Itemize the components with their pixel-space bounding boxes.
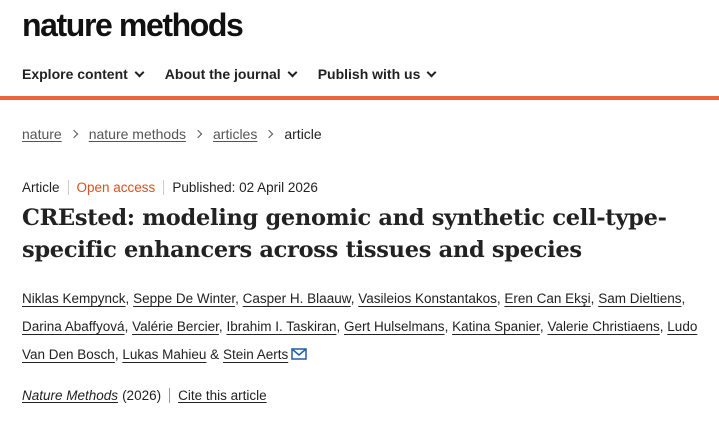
journal-logo[interactable]: nature methods xyxy=(22,6,244,44)
breadcrumb-link-articles[interactable]: articles xyxy=(213,126,257,142)
author-separator: , xyxy=(659,319,664,334)
article-meta: Article Open access Published: 02 April … xyxy=(22,180,318,195)
masthead: nature methods xyxy=(22,6,244,44)
breadcrumb-link-nature[interactable]: nature xyxy=(22,126,62,142)
breadcrumb-link-nature-methods[interactable]: nature methods xyxy=(89,126,186,142)
author-separator: , xyxy=(235,291,239,306)
main-nav: Explore content About the journal Publis… xyxy=(0,56,719,100)
author-separator: , xyxy=(218,319,223,334)
chevron-down-icon xyxy=(426,67,437,77)
author-link[interactable]: Darina Abaffyová xyxy=(22,319,125,334)
author-link[interactable]: Gert Hulselmans xyxy=(344,319,445,334)
author-link[interactable]: Valerie Christiaens xyxy=(547,319,659,334)
cite-this-article-link[interactable]: Cite this article xyxy=(178,388,267,403)
article-title: CREsted: modeling genomic and synthetic … xyxy=(22,205,667,263)
author-link[interactable]: Niklas Kempynck xyxy=(22,291,126,306)
author-separator: , xyxy=(444,319,449,334)
chevron-right-icon xyxy=(265,129,274,139)
open-access-badge[interactable]: Open access xyxy=(69,180,165,195)
author-separator: , xyxy=(125,291,130,306)
chevron-down-icon xyxy=(134,67,145,77)
publication-year: (2026) xyxy=(122,388,171,403)
author-separator: , xyxy=(496,291,501,306)
nav-item-label: Explore content xyxy=(22,66,128,82)
author-and: & xyxy=(210,347,220,362)
author-separator: , xyxy=(114,347,119,362)
nav-publish-with-us[interactable]: Publish with us xyxy=(317,66,437,82)
author-link[interactable]: Stein Aerts xyxy=(223,347,288,362)
author-link[interactable]: Vasileios Konstantakos xyxy=(358,291,497,306)
nav-item-label: About the journal xyxy=(164,66,281,82)
author-separator: , xyxy=(336,319,341,334)
author-link[interactable]: Lukas Mahieu xyxy=(122,347,206,362)
article-type: Article xyxy=(22,180,69,195)
author-link[interactable]: Seppe De Winter xyxy=(133,291,235,306)
nav-about-the-journal[interactable]: About the journal xyxy=(164,66,298,82)
author-link[interactable]: Valérie Bercier xyxy=(132,319,219,334)
author-link[interactable]: Sam Dieltiens xyxy=(598,291,681,306)
author-list: Niklas Kempynck, Seppe De Winter, Casper… xyxy=(22,285,712,369)
author-link[interactable]: Katina Spanier xyxy=(452,319,540,334)
author-link[interactable]: Eren Can Ekşi xyxy=(504,291,590,306)
breadcrumb: nature nature methods articles article xyxy=(22,126,322,142)
author-separator: , xyxy=(124,319,129,334)
mail-icon[interactable] xyxy=(291,348,307,360)
author-link[interactable]: Ibrahim I. Taskiran xyxy=(226,319,336,334)
published-date: Published: 02 April 2026 xyxy=(172,180,318,195)
author-link[interactable]: Casper H. Blaauw xyxy=(243,291,351,306)
author-separator: , xyxy=(681,291,686,306)
chevron-down-icon xyxy=(287,67,298,77)
citation-line: Nature Methods (2026) Cite this article xyxy=(22,388,267,403)
author-separator: , xyxy=(590,291,595,306)
journal-link[interactable]: Nature Methods xyxy=(22,388,118,403)
nav-item-label: Publish with us xyxy=(317,66,421,82)
chevron-right-icon xyxy=(193,129,203,139)
breadcrumb-current: article xyxy=(284,126,322,142)
nav-explore-content[interactable]: Explore content xyxy=(22,66,145,82)
author-separator: , xyxy=(350,291,355,306)
author-separator: , xyxy=(539,319,544,334)
chevron-right-icon xyxy=(69,129,78,139)
